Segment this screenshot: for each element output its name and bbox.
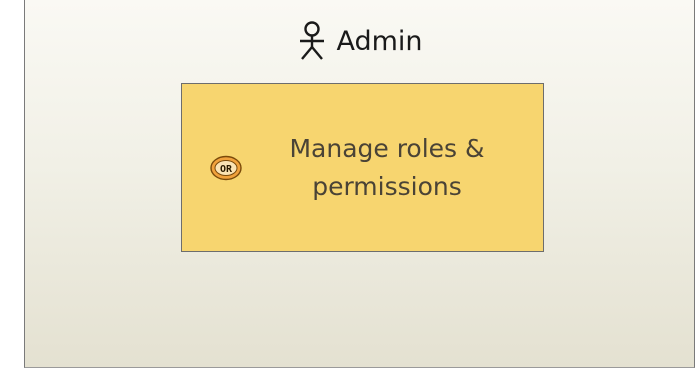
stick-figure-actor-icon xyxy=(300,21,325,60)
lane-header: Admin xyxy=(25,18,694,64)
actor-lane[interactable]: Admin OR Manage roles & permissions xyxy=(24,0,695,368)
diagram-canvas: Admin OR Manage roles & permissions xyxy=(0,0,697,369)
lane-title: Admin xyxy=(336,25,423,57)
task-label: Manage roles & permissions xyxy=(289,134,485,201)
badge-text: OR xyxy=(220,164,233,175)
or-operator-badge-icon: OR xyxy=(210,155,242,181)
task-box[interactable]: OR Manage roles & permissions xyxy=(181,83,544,252)
